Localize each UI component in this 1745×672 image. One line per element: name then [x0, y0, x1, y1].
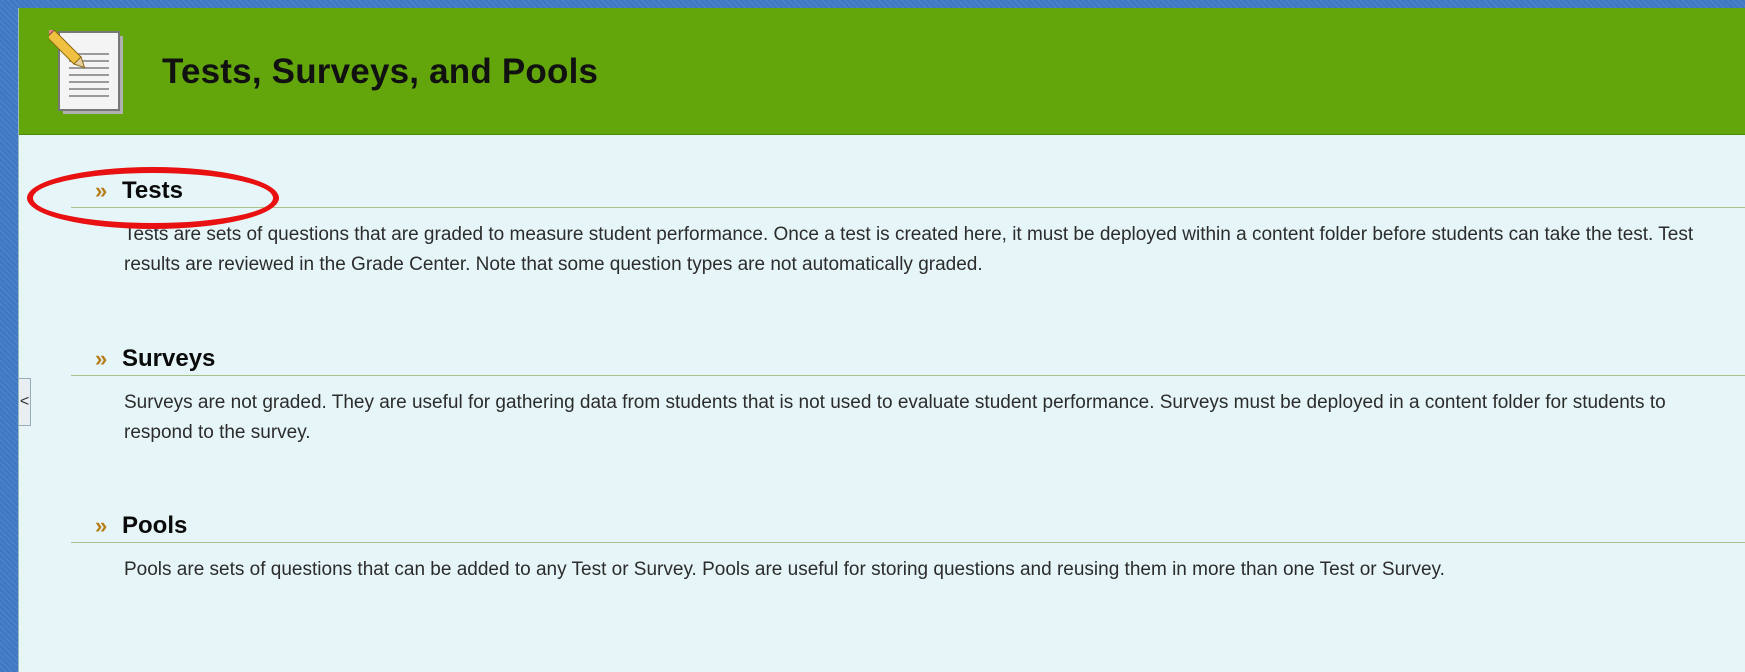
page-header: Tests, Surveys, and Pools	[19, 8, 1745, 135]
section-description: Surveys are not graded. They are useful …	[124, 392, 1666, 443]
section-surveys: » Surveys Surveys are not graded. They a…	[71, 341, 1745, 448]
double-chevron-icon: »	[95, 178, 108, 203]
pools-link[interactable]: Pools	[122, 512, 187, 540]
section-tests: » Tests Tests are sets of questions that…	[71, 173, 1745, 280]
section-heading: » Tests	[71, 173, 1745, 208]
section-description: Tests are sets of questions that are gra…	[124, 224, 1694, 275]
page-title: Tests, Surveys, and Pools	[162, 52, 599, 91]
section-pools: » Pools Pools are sets of questions that…	[71, 508, 1745, 585]
document-pencil-icon	[42, 25, 129, 118]
double-chevron-icon: »	[95, 346, 108, 371]
tests-surveys-pools-panel: Tests, Surveys, and Pools < » Tests Test…	[18, 8, 1745, 672]
surveys-link[interactable]: Surveys	[122, 345, 215, 373]
chevron-left-icon: <	[19, 393, 30, 410]
section-heading: » Pools	[71, 508, 1745, 543]
double-chevron-icon: »	[95, 513, 108, 538]
tests-link[interactable]: Tests	[122, 177, 183, 205]
section-description: Pools are sets of questions that can be …	[124, 559, 1445, 580]
section-heading: » Surveys	[71, 341, 1745, 376]
sidebar-toggle-button[interactable]: <	[19, 378, 31, 426]
